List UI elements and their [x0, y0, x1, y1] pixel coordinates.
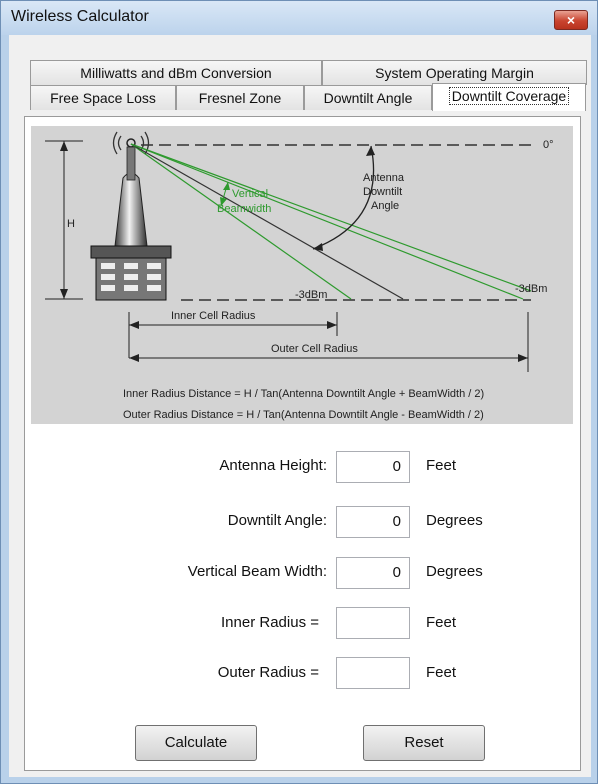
- upper-beam-line: [130, 143, 532, 292]
- antenna-downtilt-label: Antenna: [363, 172, 405, 184]
- vertical-beam-width-unit: Degrees: [426, 563, 483, 580]
- antenna-downtilt-label: Angle: [371, 200, 399, 212]
- downtilt-coverage-diagram: H 0° Vertical Beamwidth Antenna Downtilt…: [31, 126, 573, 424]
- outer-radius-label: Outer Radius =: [217, 664, 319, 681]
- zero-degree-label: 0°: [543, 139, 554, 151]
- inner-radius-output[interactable]: [336, 607, 410, 639]
- building-window: [147, 263, 161, 269]
- building-roof: [90, 245, 172, 259]
- outer-radius-unit: Feet: [426, 664, 457, 681]
- building-window: [147, 274, 161, 280]
- tab-label: Fresnel Zone: [198, 90, 282, 106]
- close-icon: ×: [566, 12, 576, 28]
- antenna-height-label: Antenna Height:: [219, 457, 327, 474]
- tower-icon: [114, 172, 148, 247]
- close-button[interactable]: ×: [554, 10, 588, 30]
- inner-radius-unit: Feet: [426, 614, 457, 631]
- center-beam-line: [130, 143, 404, 300]
- tab-label: System Operating Margin: [375, 65, 534, 81]
- inner-radius-arrow-right: [327, 321, 337, 329]
- tab-downtilt-coverage[interactable]: Downtilt Coverage: [432, 83, 586, 111]
- downtilt-arrowhead: [366, 146, 375, 156]
- building-window: [124, 274, 138, 280]
- tab-system-operating-margin[interactable]: System Operating Margin: [322, 60, 587, 85]
- building-window: [124, 285, 138, 291]
- downtilt-angle-unit: Degrees: [426, 512, 483, 529]
- antenna-downtilt-label: Downtilt: [363, 186, 402, 198]
- building-window: [101, 263, 115, 269]
- reset-button[interactable]: Reset: [363, 725, 485, 761]
- antenna-height-unit: Feet: [426, 457, 457, 474]
- building-window: [101, 285, 115, 291]
- formula-inner-radius: Inner Radius Distance = H / Tan(Antenna …: [123, 388, 484, 400]
- calculator-window: Wireless Calculator × Milliwatts and dBm…: [0, 0, 598, 784]
- inner-radius-label: Inner Radius =: [221, 614, 319, 631]
- vertical-beamwidth-label: Vertical: [232, 188, 268, 200]
- tab-fresnel-zone[interactable]: Fresnel Zone: [176, 85, 304, 110]
- h-arrow-down: [60, 289, 68, 299]
- tab-label: Milliwatts and dBm Conversion: [80, 65, 272, 81]
- formula-outer-radius: Outer Radius Distance = H / Tan(Antenna …: [123, 409, 484, 421]
- wave-arc: [117, 135, 122, 151]
- wave-arc: [112, 131, 118, 155]
- downtilt-angle-label: Downtilt Angle:: [227, 512, 327, 529]
- h-label: H: [67, 218, 75, 230]
- minus3dbm-left-label: -3dBm: [295, 289, 327, 301]
- outer-beam-line: [130, 143, 524, 300]
- tab-free-space-loss[interactable]: Free Space Loss: [30, 85, 176, 110]
- downtilt-angle-input[interactable]: 0: [336, 506, 410, 538]
- vertical-beamwidth-label: Beamwidth: [217, 203, 271, 215]
- outer-radius-arrow-left: [129, 354, 139, 362]
- outer-radius-output[interactable]: [336, 657, 410, 689]
- antenna-height-input[interactable]: 0: [336, 451, 410, 483]
- h-arrow-up: [60, 141, 68, 151]
- downtilt-arrowhead: [313, 243, 323, 251]
- inner-cell-radius-label: Inner Cell Radius: [171, 310, 256, 322]
- title-bar[interactable]: Wireless Calculator ×: [1, 1, 597, 35]
- vertical-beam-width-input[interactable]: 0: [336, 557, 410, 589]
- diagram-svg: H 0° Vertical Beamwidth Antenna Downtilt…: [45, 131, 554, 421]
- tab-label: Downtilt Coverage: [448, 87, 570, 105]
- building-window: [147, 285, 161, 291]
- building-window: [101, 274, 115, 280]
- calculate-button[interactable]: Calculate: [135, 725, 257, 761]
- antenna-mast: [126, 146, 136, 181]
- inner-radius-arrow-left: [129, 321, 139, 329]
- tab-downtilt-angle[interactable]: Downtilt Angle: [304, 85, 432, 110]
- vertical-beam-width-label: Vertical Beam Width:: [187, 563, 327, 580]
- tab-label: Free Space Loss: [50, 90, 156, 106]
- building-window: [124, 263, 138, 269]
- outer-cell-radius-label: Outer Cell Radius: [271, 343, 358, 355]
- minus3dbm-right-label: -3dBm: [515, 283, 547, 295]
- window-title: Wireless Calculator: [11, 8, 149, 25]
- outer-radius-arrow-right: [518, 354, 528, 362]
- tab-label: Downtilt Angle: [323, 90, 413, 106]
- tab-milliwatts-dbm-conversion[interactable]: Milliwatts and dBm Conversion: [30, 60, 322, 85]
